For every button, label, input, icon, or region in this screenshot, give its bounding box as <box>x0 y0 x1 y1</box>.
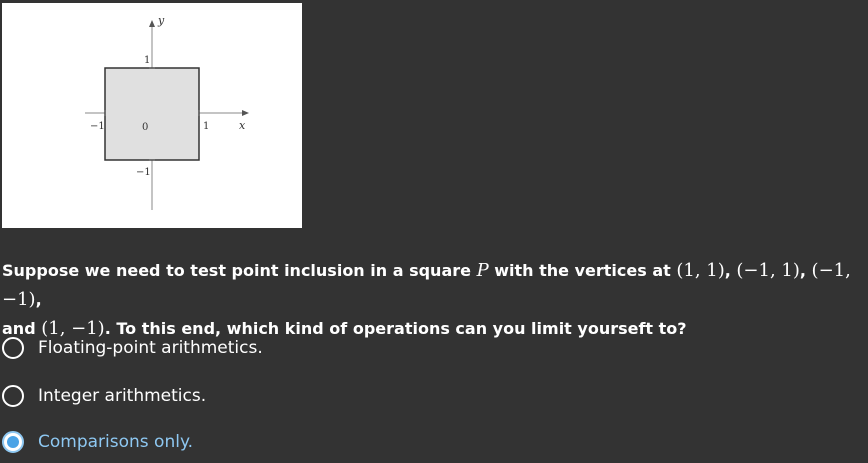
question-part: with the vertices at <box>488 261 677 280</box>
tick-label-y-neg: −1 <box>136 167 151 178</box>
axis-label-y: y <box>157 14 165 27</box>
radio-unselected-icon[interactable] <box>2 337 24 359</box>
radio-unselected-icon[interactable] <box>2 385 24 407</box>
x-axis-arrow-icon <box>242 110 249 116</box>
option-comparisons[interactable]: Comparisons only. <box>0 425 400 459</box>
tick-label-x-neg: −1 <box>90 121 105 132</box>
y-axis-arrow-icon <box>149 20 155 27</box>
question-sep: , <box>724 261 737 280</box>
radio-selected-icon[interactable] <box>2 431 24 453</box>
tick-label-y-pos: 1 <box>144 55 150 66</box>
option-integer[interactable]: Integer arithmetics. <box>0 379 400 413</box>
tick-label-x-pos: 1 <box>203 121 209 132</box>
question-part: Suppose we need to test point inclusion … <box>2 261 477 280</box>
math-var-P: P <box>477 260 489 281</box>
axis-label-x: x <box>239 119 246 132</box>
math-vertex-1: (1, 1) <box>676 260 725 281</box>
option-label: Comparisons only. <box>38 432 193 452</box>
question-sep: , <box>35 290 42 309</box>
question-sep: , <box>799 261 812 280</box>
square-figure: −1 0 1 1 −1 x y <box>2 3 302 228</box>
math-vertex-2: (−1, 1) <box>736 260 800 281</box>
option-label: Floating-point arithmetics. <box>38 338 263 358</box>
coordinate-plot: −1 0 1 1 −1 x y <box>85 14 249 210</box>
question-text: Suppose we need to test point inclusion … <box>2 256 866 343</box>
option-label: Integer arithmetics. <box>38 386 207 406</box>
tick-label-origin: 0 <box>142 122 148 133</box>
option-floating-point[interactable]: Floating-point arithmetics. <box>0 331 400 365</box>
math-var-P-text: P <box>476 260 489 281</box>
square-P <box>104 67 200 161</box>
